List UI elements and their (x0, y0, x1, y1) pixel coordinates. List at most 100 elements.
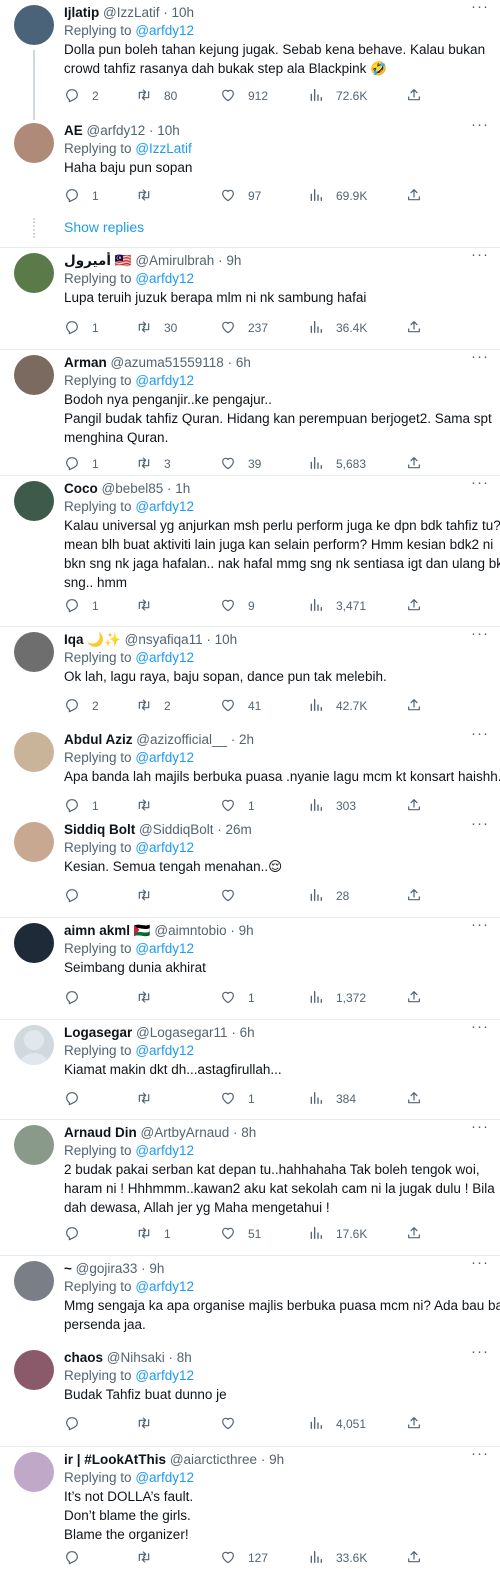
views-button[interactable]: 303 (308, 797, 356, 815)
share-button[interactable] (406, 1549, 422, 1567)
display-name[interactable]: Logasegar (64, 1025, 132, 1040)
tweet[interactable]: ir | #LookAtThis @aiarcticthree · 9h Repl… (0, 1446, 500, 1582)
tweet[interactable]: Arnaud Din @ArtbyArnaud · 8h Replying to … (0, 1119, 500, 1255)
user-handle[interactable]: @Amirulbrah (135, 253, 214, 268)
timestamp[interactable]: 9h (226, 253, 241, 268)
retweet-button[interactable] (136, 1549, 164, 1567)
avatar[interactable] (14, 1025, 54, 1065)
avatar[interactable] (14, 1452, 54, 1492)
retweet-button[interactable] (136, 597, 164, 615)
display-name[interactable]: Arnaud Din (64, 1125, 137, 1140)
user-handle[interactable]: @azizofficial__ (136, 732, 227, 747)
reply-button[interactable]: 2 (64, 697, 99, 715)
reply-button[interactable]: 1 (64, 597, 99, 615)
user-handle[interactable]: @nsyafiqa11 (125, 632, 203, 647)
avatar[interactable] (14, 1261, 54, 1301)
views-button[interactable]: 1,372 (308, 989, 366, 1007)
mention-link[interactable]: @arfdy12 (135, 1043, 194, 1058)
avatar[interactable] (14, 1350, 54, 1390)
user-handle[interactable]: @aiarcticthree (170, 1452, 257, 1467)
more-options-icon[interactable]: ··· (470, 117, 490, 134)
more-options-icon[interactable]: ··· (470, 349, 490, 366)
mention-link[interactable]: @arfdy12 (135, 750, 194, 765)
tweet[interactable]: Ijlatip @IzzLatif · 10h Replying to @arfd… (0, 0, 500, 120)
avatar[interactable] (14, 253, 54, 293)
share-button[interactable] (406, 597, 422, 615)
like-button[interactable]: 9 (220, 597, 255, 615)
retweet-button[interactable] (136, 797, 164, 815)
timestamp[interactable]: 9h (239, 923, 254, 938)
like-button[interactable]: 97 (220, 187, 261, 205)
more-options-icon[interactable]: ··· (470, 1019, 490, 1036)
more-options-icon[interactable]: ··· (470, 626, 490, 643)
show-replies-link[interactable]: Show replies (64, 219, 144, 235)
user-handle[interactable]: @IzzLatif (103, 5, 159, 20)
like-button[interactable] (220, 887, 248, 905)
mention-link[interactable]: @arfdy12 (135, 499, 194, 514)
avatar[interactable] (14, 632, 54, 672)
display-name[interactable]: ir | #LookAtThis (64, 1452, 166, 1467)
tweet[interactable]: chaos @Nihsaki · 8h Replying to @arfdy12 B… (0, 1344, 500, 1446)
display-name[interactable]: Arman (64, 355, 107, 370)
timestamp[interactable]: 9h (269, 1452, 284, 1467)
mention-link[interactable]: @arfdy12 (135, 650, 194, 665)
mention-link[interactable]: @arfdy12 (135, 1368, 194, 1383)
like-button[interactable]: 1 (220, 989, 255, 1007)
timestamp[interactable]: 6h (236, 355, 251, 370)
avatar[interactable] (14, 123, 54, 163)
tweet[interactable]: Siddiq Bolt @SiddiqBolt · 26m Replying to… (0, 816, 500, 917)
mention-link[interactable]: @arfdy12 (135, 1470, 194, 1485)
reply-button[interactable] (64, 1225, 92, 1243)
like-button[interactable]: 912 (220, 87, 268, 105)
retweet-button[interactable]: 2 (136, 697, 171, 715)
mention-link[interactable]: @arfdy12 (135, 1143, 194, 1158)
user-handle[interactable]: @Logasegar11 (136, 1025, 228, 1040)
mention-link[interactable]: @arfdy12 (135, 373, 194, 388)
user-handle[interactable]: @azuma51559118 (111, 355, 224, 370)
user-handle[interactable]: @SiddiqBolt (139, 822, 214, 837)
share-button[interactable] (406, 455, 422, 473)
retweet-button[interactable]: 80 (136, 87, 177, 105)
mention-link[interactable]: @IzzLatif (135, 141, 191, 156)
share-button[interactable] (406, 797, 422, 815)
mention-link[interactable]: @arfdy12 (135, 941, 194, 956)
retweet-button[interactable] (136, 187, 164, 205)
more-options-icon[interactable]: ··· (470, 816, 490, 833)
reply-button[interactable]: 1 (64, 797, 99, 815)
reply-button[interactable] (64, 887, 92, 905)
timestamp[interactable]: 1h (175, 481, 190, 496)
timestamp[interactable]: 8h (241, 1125, 256, 1140)
share-button[interactable] (406, 319, 422, 337)
reply-button[interactable]: 1 (64, 455, 99, 473)
reply-button[interactable] (64, 1415, 92, 1433)
timestamp[interactable]: 6h (240, 1025, 255, 1040)
views-button[interactable]: 4,051 (308, 1415, 366, 1433)
display-name[interactable]: Siddiq Bolt (64, 822, 135, 837)
more-options-icon[interactable]: ··· (470, 1119, 490, 1136)
retweet-button[interactable] (136, 887, 164, 905)
timestamp[interactable]: 2h (239, 732, 254, 747)
more-options-icon[interactable]: ··· (470, 917, 490, 934)
tweet[interactable]: Coco @bebel85 · 1h Replying to @arfdy12 Ka… (0, 475, 500, 626)
share-button[interactable] (406, 989, 422, 1007)
views-button[interactable]: 72.6K (308, 87, 367, 105)
avatar[interactable] (14, 732, 54, 772)
avatar[interactable] (14, 822, 54, 862)
user-handle[interactable]: @aimntobio (154, 923, 226, 938)
display-name[interactable]: Abdul Aziz (64, 732, 133, 747)
more-options-icon[interactable]: ··· (470, 1446, 490, 1463)
share-button[interactable] (406, 87, 422, 105)
timestamp[interactable]: 10h (157, 123, 180, 138)
more-options-icon[interactable]: ··· (470, 1255, 490, 1272)
avatar[interactable] (14, 481, 54, 521)
avatar[interactable] (14, 5, 54, 45)
views-button[interactable]: 42.7K (308, 697, 367, 715)
reply-button[interactable]: 1 (64, 319, 99, 337)
retweet-button[interactable] (136, 1090, 164, 1108)
display-name[interactable]: chaos (64, 1350, 103, 1365)
retweet-button[interactable]: 3 (136, 455, 171, 473)
retweet-button[interactable] (136, 989, 164, 1007)
tweet[interactable]: Logasegar @Logasegar11 · 6h Replying to @… (0, 1019, 500, 1119)
more-options-icon[interactable]: ··· (470, 0, 490, 16)
share-button[interactable] (406, 697, 422, 715)
